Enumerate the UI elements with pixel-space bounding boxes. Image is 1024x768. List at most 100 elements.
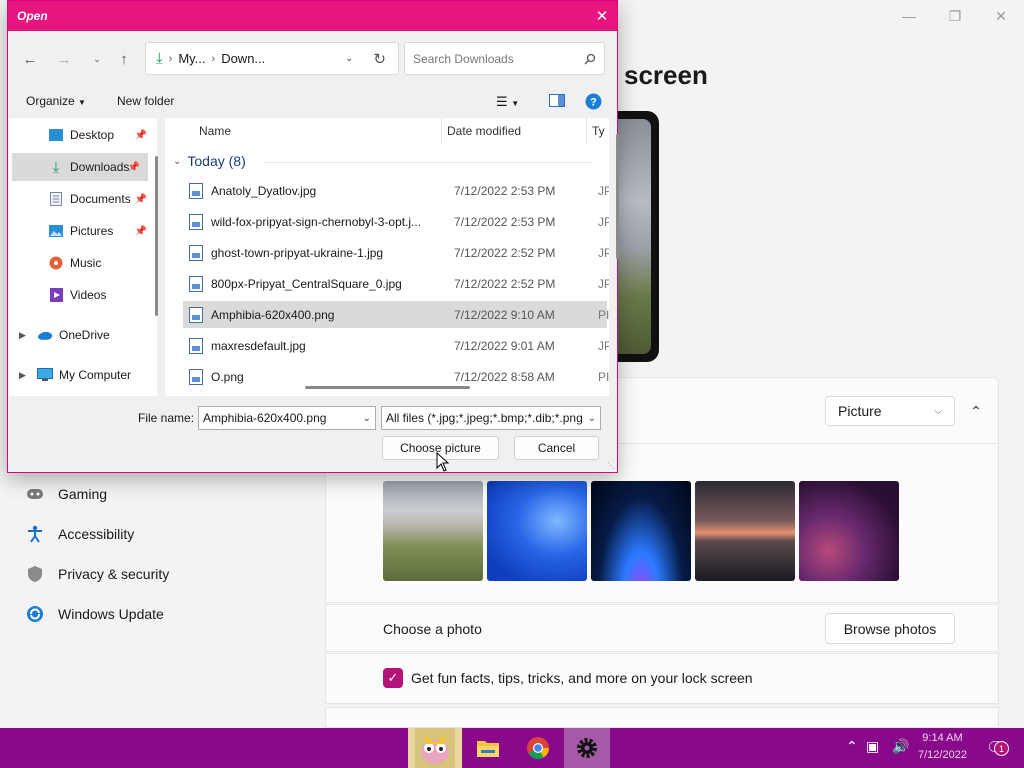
column-divider[interactable] [586,118,587,144]
file-row[interactable]: ghost-town-pripyat-ukraine-1.jpg 7/12/20… [183,239,609,266]
file-row-selected[interactable]: Amphibia-620x400.png 7/12/2022 9:10 AM P… [183,301,609,328]
vertical-scrollbar[interactable] [616,134,619,259]
nav-item-privacy[interactable]: Privacy & security [26,559,169,589]
restore-button[interactable]: ❐ [932,0,978,32]
pin-icon: 📌 [127,161,140,173]
close-button[interactable]: ✕ [978,0,1024,32]
address-bar[interactable]: ⤓ › My... › Down... ⌄ ↻ [145,42,399,75]
character-icon [415,728,455,768]
network-icon[interactable]: ▣ [866,738,879,755]
column-header-type[interactable]: Ty [592,118,605,144]
gamepad-icon [26,485,44,503]
update-icon [26,605,44,623]
preview-pane-button[interactable] [549,94,565,110]
help-button[interactable]: ? [585,93,602,113]
taskbar-file-explorer[interactable] [470,728,506,768]
nav-item-windows-update[interactable]: Windows Update [26,599,164,629]
tree-item-pictures[interactable]: Pictures 📌 [9,217,155,245]
chevron-right-icon: › [168,52,173,65]
file-row[interactable]: 800px-Pripyat_CentralSquare_0.jpg 7/12/2… [183,270,609,297]
recent-image-sunset[interactable] [695,481,795,581]
tree-label: Pictures [70,224,114,238]
group-header-today[interactable]: ⌄ Today (8) [173,153,246,169]
tree-item-my-computer[interactable]: ▶ My Computer [9,361,155,389]
recent-image-bloom-blue[interactable] [487,481,587,581]
desktop-icon [48,127,64,143]
dialog-close-button[interactable]: ✕ [587,1,617,31]
horizontal-scrollbar[interactable] [305,386,470,389]
file-row[interactable]: wild-fox-pripyat-sign-chernobyl-3-opt.j.… [183,208,609,235]
background-type-dropdown[interactable]: Picture ⌵ [825,396,955,426]
nav-label: Gaming [58,486,108,502]
volume-icon[interactable]: 🔊 [892,738,909,755]
tree-item-downloads[interactable]: ⤓ Downloads 📌 [12,153,148,181]
chevron-down-icon[interactable]: ⌄ [345,53,353,64]
file-name-input[interactable]: Amphibia-620x400.png ⌄ [198,406,376,430]
tree-item-music[interactable]: Music [9,249,155,277]
file-date: 7/12/2022 2:53 PM [454,183,556,198]
image-file-icon [189,337,203,354]
minimize-button[interactable]: — [886,0,932,32]
back-button[interactable]: ← [19,48,41,70]
fun-facts-label: Get fun facts, tips, tricks, and more on… [411,670,753,686]
taskbar-app-character[interactable] [408,728,462,768]
tree-item-videos[interactable]: Videos [9,281,155,309]
nav-item-gaming[interactable]: Gaming [26,479,107,509]
chevron-right-icon[interactable]: ▶ [19,330,37,341]
pictures-icon [48,223,64,239]
collapse-button[interactable]: ⌃ [964,398,988,424]
chevron-down-icon: ⌄ [93,53,101,64]
column-header-name[interactable]: Name [199,118,231,144]
organize-button[interactable]: Organize ▼ [26,94,86,108]
file-name: Amphibia-620x400.png [211,307,335,322]
column-divider[interactable] [441,118,442,144]
file-type: JP [598,245,609,260]
column-header-date[interactable]: Date modified [447,118,521,144]
cancel-button[interactable]: Cancel [514,436,599,460]
file-date: 7/12/2022 9:10 AM [454,307,555,322]
view-options-button[interactable]: ☰ ▼ [496,94,519,110]
image-file-icon [189,306,203,323]
chevron-up-icon[interactable]: ⌃ [846,738,858,755]
file-row[interactable]: maxresdefault.jpg 7/12/2022 9:01 AM JP [183,332,609,359]
resize-grip-icon[interactable]: ⋱ [607,461,615,470]
image-file-icon [189,213,203,230]
command-bar: Organize ▼ New folder ☰ ▼ ? [8,86,617,118]
choose-photo-label: Choose a photo [383,621,482,637]
tree-item-onedrive[interactable]: ▶ OneDrive [9,321,155,349]
organize-label: Organize [26,94,75,108]
new-folder-button[interactable]: New folder [117,94,174,108]
chevron-down-icon[interactable]: ⌄ [363,413,371,424]
breadcrumb-downloads[interactable]: Down... [221,51,265,66]
tree-item-desktop[interactable]: Desktop 📌 [9,121,155,149]
refresh-icon[interactable]: ↻ [373,50,386,68]
file-row[interactable]: Anatoly_Dyatlov.jpg 7/12/2022 2:53 PM JP [183,177,609,204]
recent-locations-button[interactable]: ⌄ [86,48,108,70]
recent-image-pripyat[interactable] [383,481,483,581]
svg-text:?: ? [590,97,597,109]
forward-button[interactable]: → [53,48,75,70]
notification-badge[interactable]: 1 [994,741,1009,756]
list-view-icon: ☰ [496,94,508,109]
check-icon: ✓ [387,670,399,685]
taskbar-chrome[interactable] [520,728,556,768]
file-type-select[interactable]: All files (*.jpg;*.jpeg;*.bmp;*.dib;*.pn… [381,406,601,430]
fun-facts-checkbox[interactable]: ✓ [383,668,403,688]
tree-item-documents[interactable]: Documents 📌 [9,185,155,213]
taskbar-settings[interactable] [564,728,610,768]
browse-photos-button[interactable]: Browse photos [825,613,955,644]
computer-icon [37,367,53,383]
recent-image-ribbon[interactable] [799,481,899,581]
image-file-icon [189,244,203,261]
mouse-cursor-icon [436,452,450,472]
breadcrumb-my-computer[interactable]: My... [178,51,205,66]
nav-item-accessibility[interactable]: Accessibility [26,519,134,549]
search-input[interactable]: Search Downloads [404,42,605,75]
recent-image-glow[interactable] [591,481,691,581]
chevron-right-icon[interactable]: ▶ [19,370,37,381]
nav-label: Privacy & security [58,566,170,582]
clock[interactable]: 9:14 AM 7/12/2022 [918,730,967,764]
navigation-scrollbar[interactable] [155,156,158,316]
up-button[interactable]: ↑ [113,48,135,70]
arrow-up-icon: ↑ [120,50,128,68]
